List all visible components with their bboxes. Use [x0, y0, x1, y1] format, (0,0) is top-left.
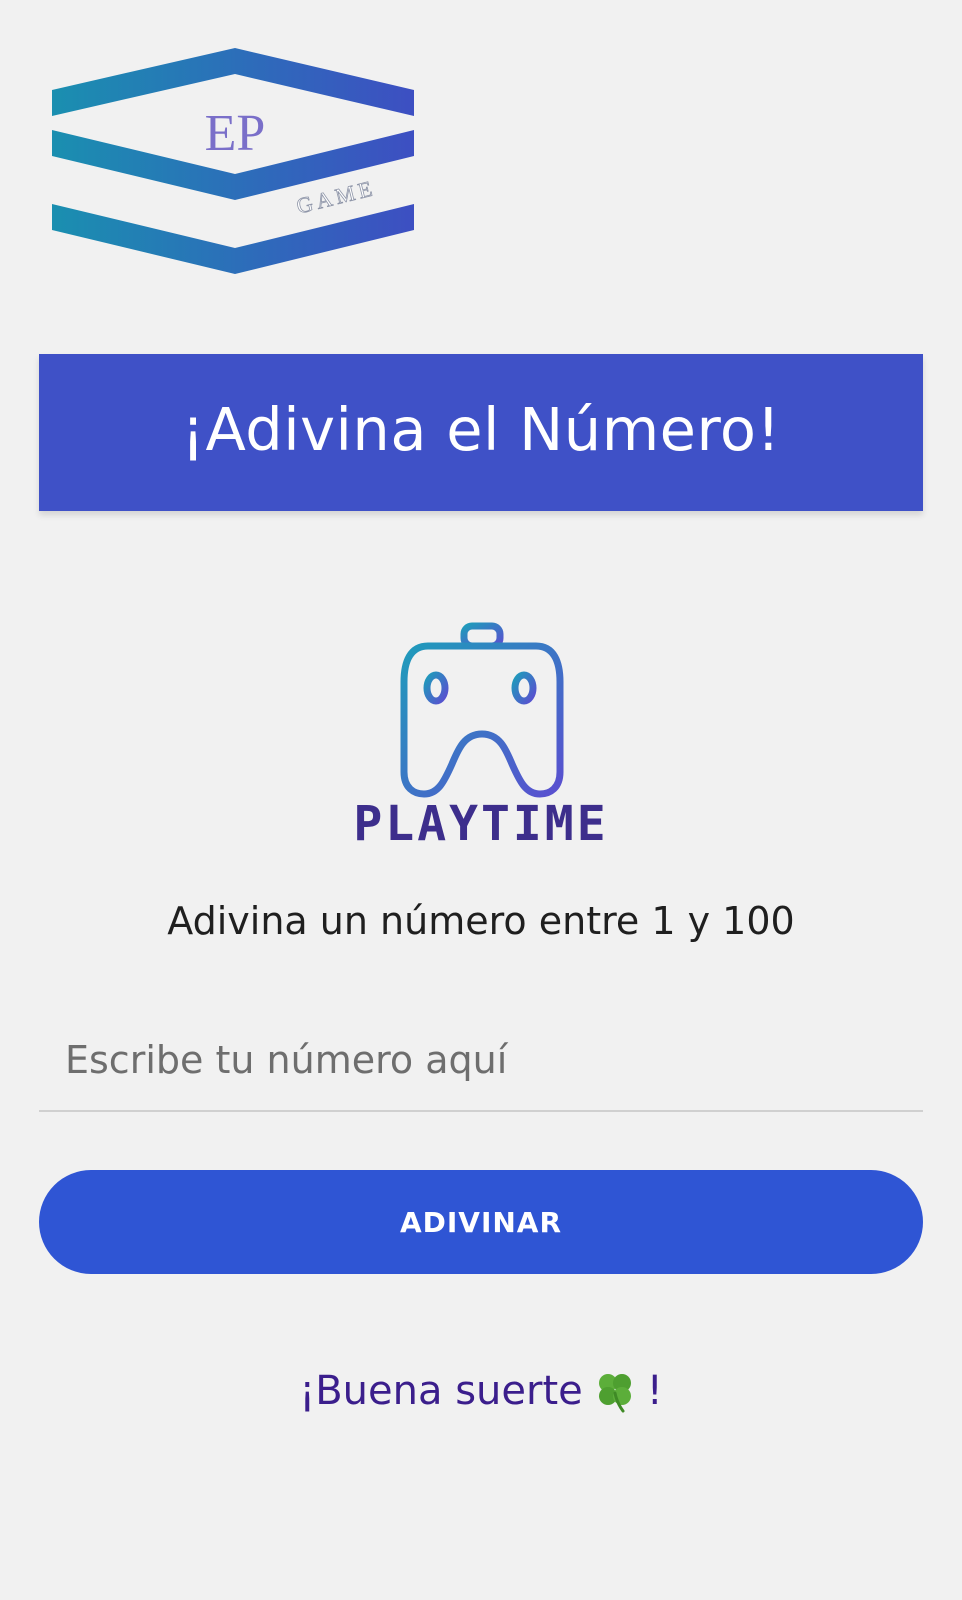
guess-button[interactable]: ADIVINAR	[39, 1170, 923, 1274]
ep-logo-letters: EP	[205, 105, 266, 162]
title-banner: ¡Adivina el Número!	[39, 354, 923, 511]
brand-wordmark: PLAYTIME	[353, 796, 609, 852]
good-luck-exclamation: !	[646, 1368, 663, 1414]
ep-game-logo: EP GAME	[52, 48, 414, 274]
page-title: ¡Adivina el Número!	[181, 395, 781, 464]
number-input[interactable]	[39, 1010, 923, 1110]
good-luck-text: ¡Buena suerte	[299, 1368, 583, 1414]
game-instruction: Adivina un número entre 1 y 100	[167, 899, 795, 943]
gamepad-icon	[400, 622, 564, 798]
number-input-container	[39, 1010, 923, 1112]
good-luck-message: ¡Buena suerte !	[0, 1368, 962, 1414]
four-leaf-clover-icon	[598, 1374, 631, 1413]
